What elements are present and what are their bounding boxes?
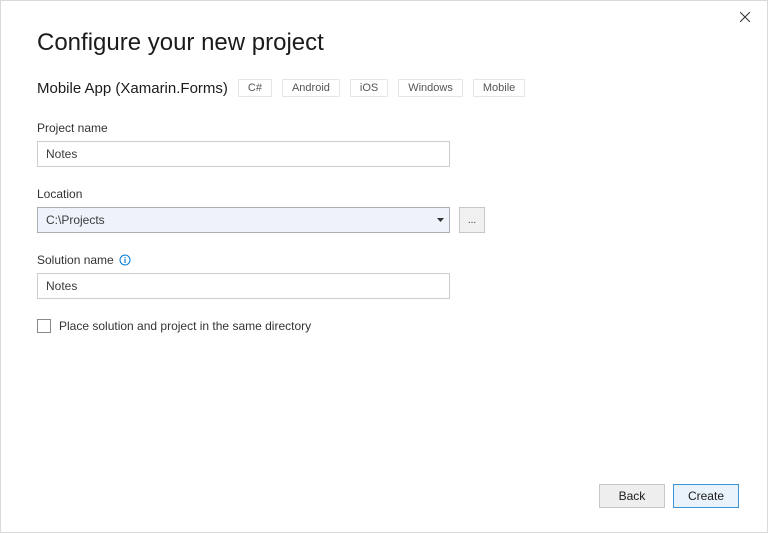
project-name-label: Project name: [37, 121, 731, 135]
close-button[interactable]: [731, 7, 759, 29]
tag-ios: iOS: [350, 79, 388, 97]
project-name-input[interactable]: [37, 141, 450, 167]
dialog-content: Configure your new project Mobile App (X…: [1, 1, 767, 333]
same-directory-label: Place solution and project in the same d…: [59, 319, 311, 333]
same-directory-row: Place solution and project in the same d…: [37, 319, 731, 333]
location-value: C:\Projects: [38, 213, 431, 227]
info-icon[interactable]: [119, 254, 131, 266]
same-directory-checkbox[interactable]: [37, 319, 51, 333]
create-button[interactable]: Create: [673, 484, 739, 508]
location-combobox[interactable]: C:\Projects: [37, 207, 450, 233]
tag-windows: Windows: [398, 79, 463, 97]
tag-android: Android: [282, 79, 340, 97]
tag-csharp: C#: [238, 79, 272, 97]
template-info-row: Mobile App (Xamarin.Forms) C# Android iO…: [37, 79, 731, 97]
location-field: Location C:\Projects ...: [37, 187, 731, 233]
dialog-window: Configure your new project Mobile App (X…: [0, 0, 768, 533]
close-icon: [740, 11, 750, 25]
browse-location-button[interactable]: ...: [459, 207, 485, 233]
tag-mobile: Mobile: [473, 79, 525, 97]
chevron-down-icon: [431, 208, 449, 232]
location-label: Location: [37, 187, 731, 201]
back-button[interactable]: Back: [599, 484, 665, 508]
solution-name-label: Solution name: [37, 253, 731, 267]
solution-name-label-text: Solution name: [37, 253, 114, 267]
solution-name-input[interactable]: [37, 273, 450, 299]
page-title: Configure your new project: [37, 29, 731, 57]
browse-label: ...: [468, 215, 476, 226]
template-name: Mobile App (Xamarin.Forms): [37, 80, 228, 97]
dialog-footer: Back Create: [599, 484, 739, 508]
project-name-field: Project name: [37, 121, 731, 167]
solution-name-field: Solution name: [37, 253, 731, 299]
